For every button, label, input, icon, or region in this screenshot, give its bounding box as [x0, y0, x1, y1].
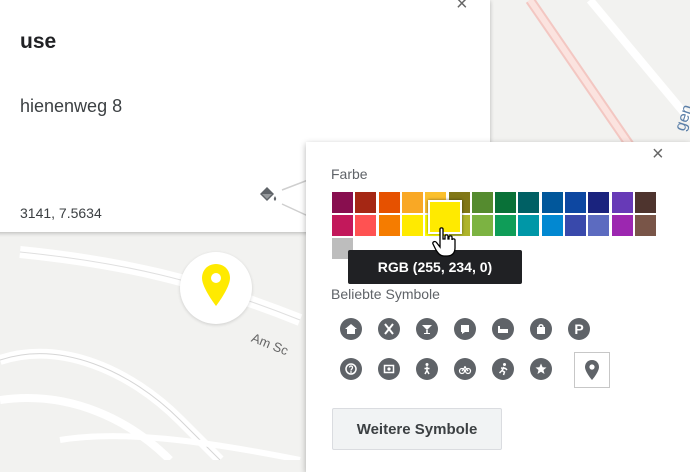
close-icon[interactable]: ×	[456, 0, 468, 14]
color-swatch[interactable]	[565, 192, 586, 213]
more-symbols-button[interactable]: Weitere Symbole	[332, 408, 502, 450]
color-swatch[interactable]	[355, 215, 377, 236]
running-icon[interactable]	[492, 358, 514, 380]
color-swatch[interactable]	[495, 215, 517, 236]
color-swatch[interactable]	[401, 192, 423, 213]
color-swatch[interactable]	[401, 215, 423, 236]
color-swatch[interactable]	[471, 192, 493, 213]
paint-bucket-icon[interactable]	[256, 184, 278, 206]
color-swatch[interactable]	[611, 215, 633, 236]
map-pin-icon	[585, 360, 599, 380]
color-swatch[interactable]	[495, 192, 517, 213]
place-coordinates: 3141, 7.5634	[20, 205, 102, 221]
color-swatch[interactable]	[471, 215, 493, 236]
help-icon[interactable]	[340, 358, 362, 380]
color-swatch[interactable]	[378, 215, 400, 236]
popup-close-icon[interactable]: ×	[652, 144, 664, 164]
color-swatch[interactable]	[634, 192, 656, 213]
color-swatch[interactable]	[355, 192, 377, 213]
bed-icon[interactable]	[492, 318, 514, 340]
place-address: hienenweg 8	[20, 96, 123, 116]
color-swatch[interactable]	[518, 215, 540, 236]
color-swatch[interactable]	[378, 192, 400, 213]
restaurant-icon[interactable]	[378, 318, 400, 340]
color-swatch[interactable]	[588, 215, 610, 236]
color-section-label: Farbe	[331, 166, 368, 182]
bicycle-icon[interactable]	[454, 358, 476, 380]
photo-icon[interactable]	[378, 358, 400, 380]
color-swatch[interactable]	[634, 215, 656, 236]
home-icon[interactable]	[340, 318, 362, 340]
color-swatch[interactable]	[611, 192, 633, 213]
bar-icon[interactable]	[416, 318, 438, 340]
symbols-section-label: Beliebte Symbole	[331, 286, 440, 302]
place-title: use	[20, 30, 57, 53]
color-swatch[interactable]	[332, 215, 353, 236]
color-swatch[interactable]	[588, 192, 610, 213]
map-marker-icon[interactable]	[200, 262, 232, 310]
walking-icon[interactable]	[416, 358, 438, 380]
color-swatch[interactable]	[541, 192, 563, 213]
camera-shop-icon[interactable]	[454, 318, 476, 340]
color-swatch[interactable]	[541, 215, 563, 236]
map-pin-symbol-selected[interactable]	[574, 352, 610, 388]
star-icon[interactable]	[530, 358, 552, 380]
color-swatch[interactable]	[518, 192, 540, 213]
hand-cursor-icon	[432, 227, 456, 257]
shopping-bag-icon[interactable]	[530, 318, 552, 340]
color-swatch[interactable]	[565, 215, 586, 236]
color-swatch[interactable]	[332, 192, 353, 213]
parking-icon[interactable]: P	[568, 318, 590, 340]
parking-label: P	[574, 321, 584, 337]
